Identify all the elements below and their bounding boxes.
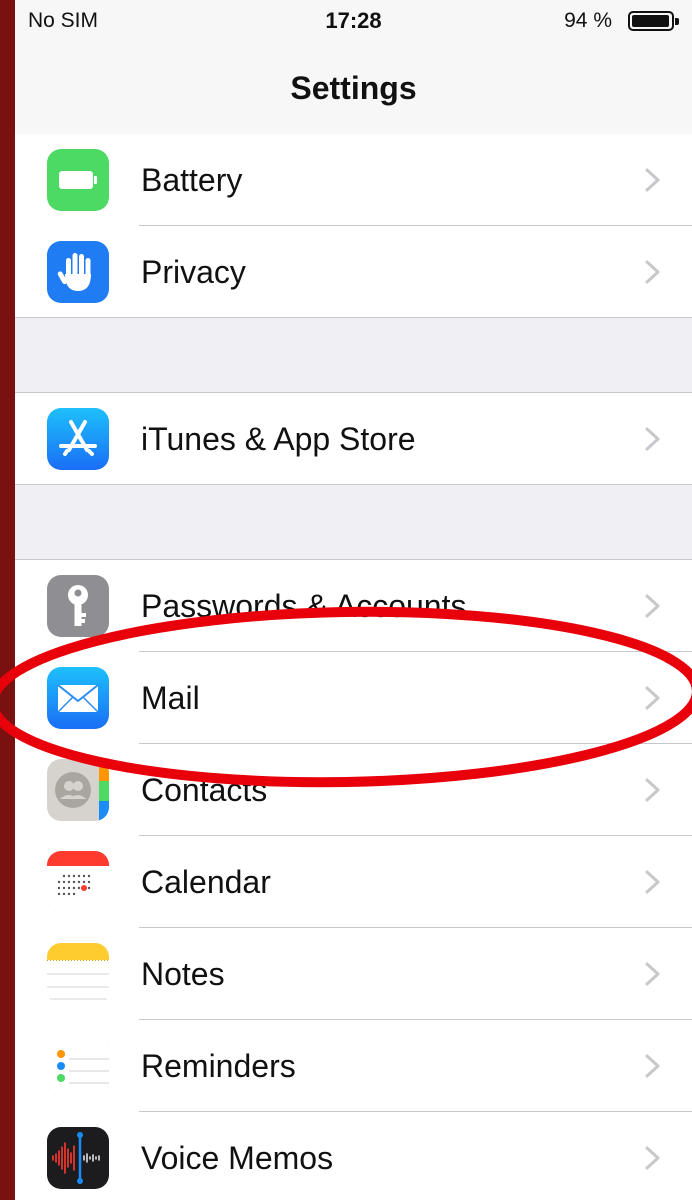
chevron-right-icon [645, 870, 660, 894]
battery-status-icon [628, 11, 679, 31]
settings-row-notes[interactable]: Notes [15, 928, 692, 1020]
chevron-right-icon [645, 260, 660, 284]
chevron-right-icon [645, 1146, 660, 1170]
settings-row-label: Privacy [141, 254, 246, 290]
notes-icon [47, 943, 109, 1005]
settings-row-privacy[interactable]: Privacy [15, 226, 692, 318]
settings-row-passwords-accounts[interactable]: Passwords & Accounts [15, 560, 692, 652]
key-icon [47, 575, 109, 637]
settings-row-mail[interactable]: Mail [15, 652, 692, 744]
settings-row-label: Reminders [141, 1048, 296, 1084]
settings-row-label: Passwords & Accounts [141, 588, 467, 624]
chevron-right-icon [645, 594, 660, 618]
chevron-right-icon [645, 778, 660, 802]
battery-icon [47, 149, 109, 211]
settings-row-label: Calendar [141, 864, 271, 900]
settings-row-contacts[interactable]: Contacts [15, 744, 692, 836]
mail-icon [47, 667, 109, 729]
settings-screen: No SIM 17:28 94 % Settings Battery Priva… [15, 0, 692, 1200]
app-store-icon [47, 408, 109, 470]
settings-row-label: Battery [141, 162, 243, 198]
settings-row-battery[interactable]: Battery [15, 134, 692, 226]
settings-row-label: Contacts [141, 772, 268, 808]
settings-row-label: iTunes & App Store [141, 421, 416, 457]
settings-row-label: Notes [141, 956, 225, 992]
navigation-bar: Settings [15, 44, 692, 136]
hand-icon [47, 241, 109, 303]
settings-row-voice-memos[interactable]: Voice Memos [15, 1112, 692, 1200]
contacts-icon [47, 759, 109, 821]
chevron-right-icon [645, 962, 660, 986]
calendar-icon [47, 851, 109, 913]
settings-row-label: Voice Memos [141, 1140, 334, 1176]
settings-row-itunes-app-store[interactable]: iTunes & App Store [15, 393, 692, 485]
voice-memos-icon [47, 1127, 109, 1189]
page-title: Settings [290, 70, 417, 106]
chevron-right-icon [645, 168, 660, 192]
battery-percent-label: 94 % [564, 9, 612, 32]
chevron-right-icon [645, 427, 660, 451]
chevron-right-icon [645, 1054, 660, 1078]
settings-row-label: Mail [141, 680, 200, 716]
settings-row-calendar[interactable]: Calendar [15, 836, 692, 928]
reminders-icon [47, 1035, 109, 1097]
settings-row-reminders[interactable]: Reminders [15, 1020, 692, 1112]
chevron-right-icon [645, 686, 660, 710]
status-bar: No SIM 17:28 94 % [15, 0, 692, 44]
